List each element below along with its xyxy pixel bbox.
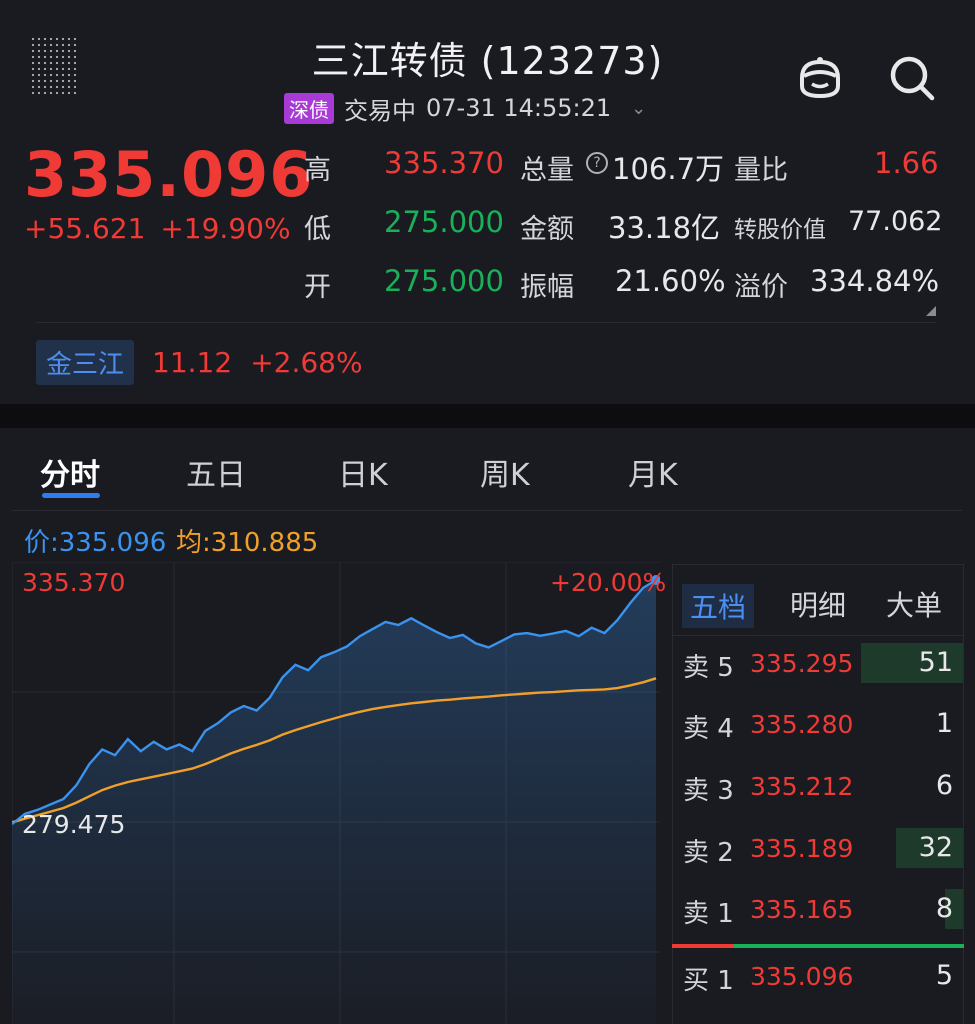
status-row[interactable]: 深债 交易中 07-31 14:55:21 ⌄ — [284, 92, 646, 125]
price-area — [12, 580, 656, 1024]
underlying-stock-name[interactable]: 金三江 — [36, 340, 135, 385]
stat-label-amplitude: 振幅 — [520, 272, 574, 303]
tab-weekly-k[interactable]: 周K — [480, 450, 530, 494]
stat-value-conversion-value: 77.062 — [848, 206, 943, 237]
price-change: +55.621 +19.90% — [24, 212, 291, 245]
section-gap — [0, 404, 975, 428]
chevron-down-icon[interactable]: ⌄ — [631, 98, 646, 119]
active-tab-indicator — [42, 493, 100, 498]
tab-monthly-k[interactable]: 月K — [628, 450, 678, 494]
stat-label-premium: 溢价 — [734, 272, 788, 303]
ask-level-label: 卖 3 — [683, 776, 734, 806]
underlying-stock-change: +2.68% — [250, 346, 363, 379]
ask-level-label: 卖 1 — [683, 899, 734, 929]
stat-label-high: 高 — [304, 155, 331, 186]
bid-volume: 5 — [935, 960, 953, 991]
stat-label-amount: 金额 — [520, 214, 574, 245]
stat-label-conversion-value: 转股价值 — [734, 217, 826, 243]
tab-big-orders[interactable]: 大单 — [886, 584, 942, 624]
bid-ask-ratio-sell — [672, 944, 734, 948]
ask-volume: 51 — [918, 647, 953, 678]
assistant-robot-icon[interactable] — [794, 52, 846, 104]
underlying-stock-price: 11.12 — [152, 346, 233, 379]
ask-price: 335.165 — [750, 895, 854, 924]
stat-value-amount: 33.18亿 — [608, 211, 721, 245]
stat-value-premium: 334.84% — [810, 264, 940, 298]
tab-daily-k[interactable]: 日K — [338, 450, 388, 494]
chart-y-top-label: 335.370 — [22, 568, 126, 597]
stat-label-open: 开 — [304, 272, 331, 303]
tab-five-day[interactable]: 五日 — [186, 450, 246, 494]
timestamp: 07-31 14:55:21 — [426, 94, 612, 122]
chart-pct-top-label: +20.00% — [550, 568, 667, 597]
underlying-stock-row[interactable]: 金三江 11.12 +2.68% — [36, 340, 363, 385]
chart-price-readout: 价:335.096 — [24, 528, 167, 558]
stat-value-low: 275.000 — [384, 205, 504, 239]
search-icon[interactable] — [886, 52, 938, 104]
chart-y-bottom-label: 279.475 — [22, 810, 126, 839]
ask-volume: 6 — [935, 770, 953, 801]
divider — [12, 510, 962, 511]
intraday-chart[interactable] — [12, 562, 660, 1024]
ask-volume: 8 — [935, 893, 953, 924]
stat-label-volume: 总量 — [520, 155, 574, 186]
help-icon[interactable]: ? — [586, 152, 608, 174]
ask-volume: 1 — [935, 708, 953, 739]
ask-price: 335.280 — [750, 710, 854, 739]
exchange-badge: 深债 — [284, 92, 334, 124]
ask-price: 335.212 — [750, 772, 854, 801]
stat-label-low: 低 — [304, 214, 331, 245]
bid-ask-ratio-buy — [734, 944, 964, 948]
chart-avg-readout: 均:310.885 — [176, 528, 319, 558]
stat-value-open: 275.000 — [384, 264, 504, 298]
stat-value-amplitude: 21.60% — [615, 264, 726, 298]
tab-five-levels[interactable]: 五档 — [682, 584, 755, 628]
change-amount: +55.621 — [24, 212, 146, 245]
ask-price: 335.189 — [750, 834, 854, 863]
divider — [672, 635, 964, 636]
stat-value-volume-ratio: 1.66 — [874, 146, 939, 180]
ask-volume: 32 — [918, 832, 953, 863]
bid-price: 335.096 — [750, 962, 854, 991]
ask-level-label: 卖 4 — [683, 714, 734, 744]
stat-value-high: 335.370 — [384, 146, 504, 180]
ask-price: 335.295 — [750, 649, 854, 678]
stat-label-volume-ratio: 量比 — [734, 155, 788, 186]
last-price: 335.096 — [24, 138, 314, 211]
change-percent: +19.90% — [160, 212, 291, 245]
expand-corner-icon[interactable] — [926, 306, 936, 316]
trading-status: 交易中 — [344, 96, 416, 125]
ask-level-label: 卖 5 — [683, 653, 734, 683]
stat-value-volume: 106.7万 — [612, 152, 725, 186]
bid-level-label: 买 1 — [683, 966, 734, 996]
tab-intraday[interactable]: 分时 — [40, 450, 100, 494]
tab-details[interactable]: 明细 — [790, 584, 846, 624]
ask-level-label: 卖 2 — [683, 838, 734, 868]
divider — [36, 322, 936, 323]
